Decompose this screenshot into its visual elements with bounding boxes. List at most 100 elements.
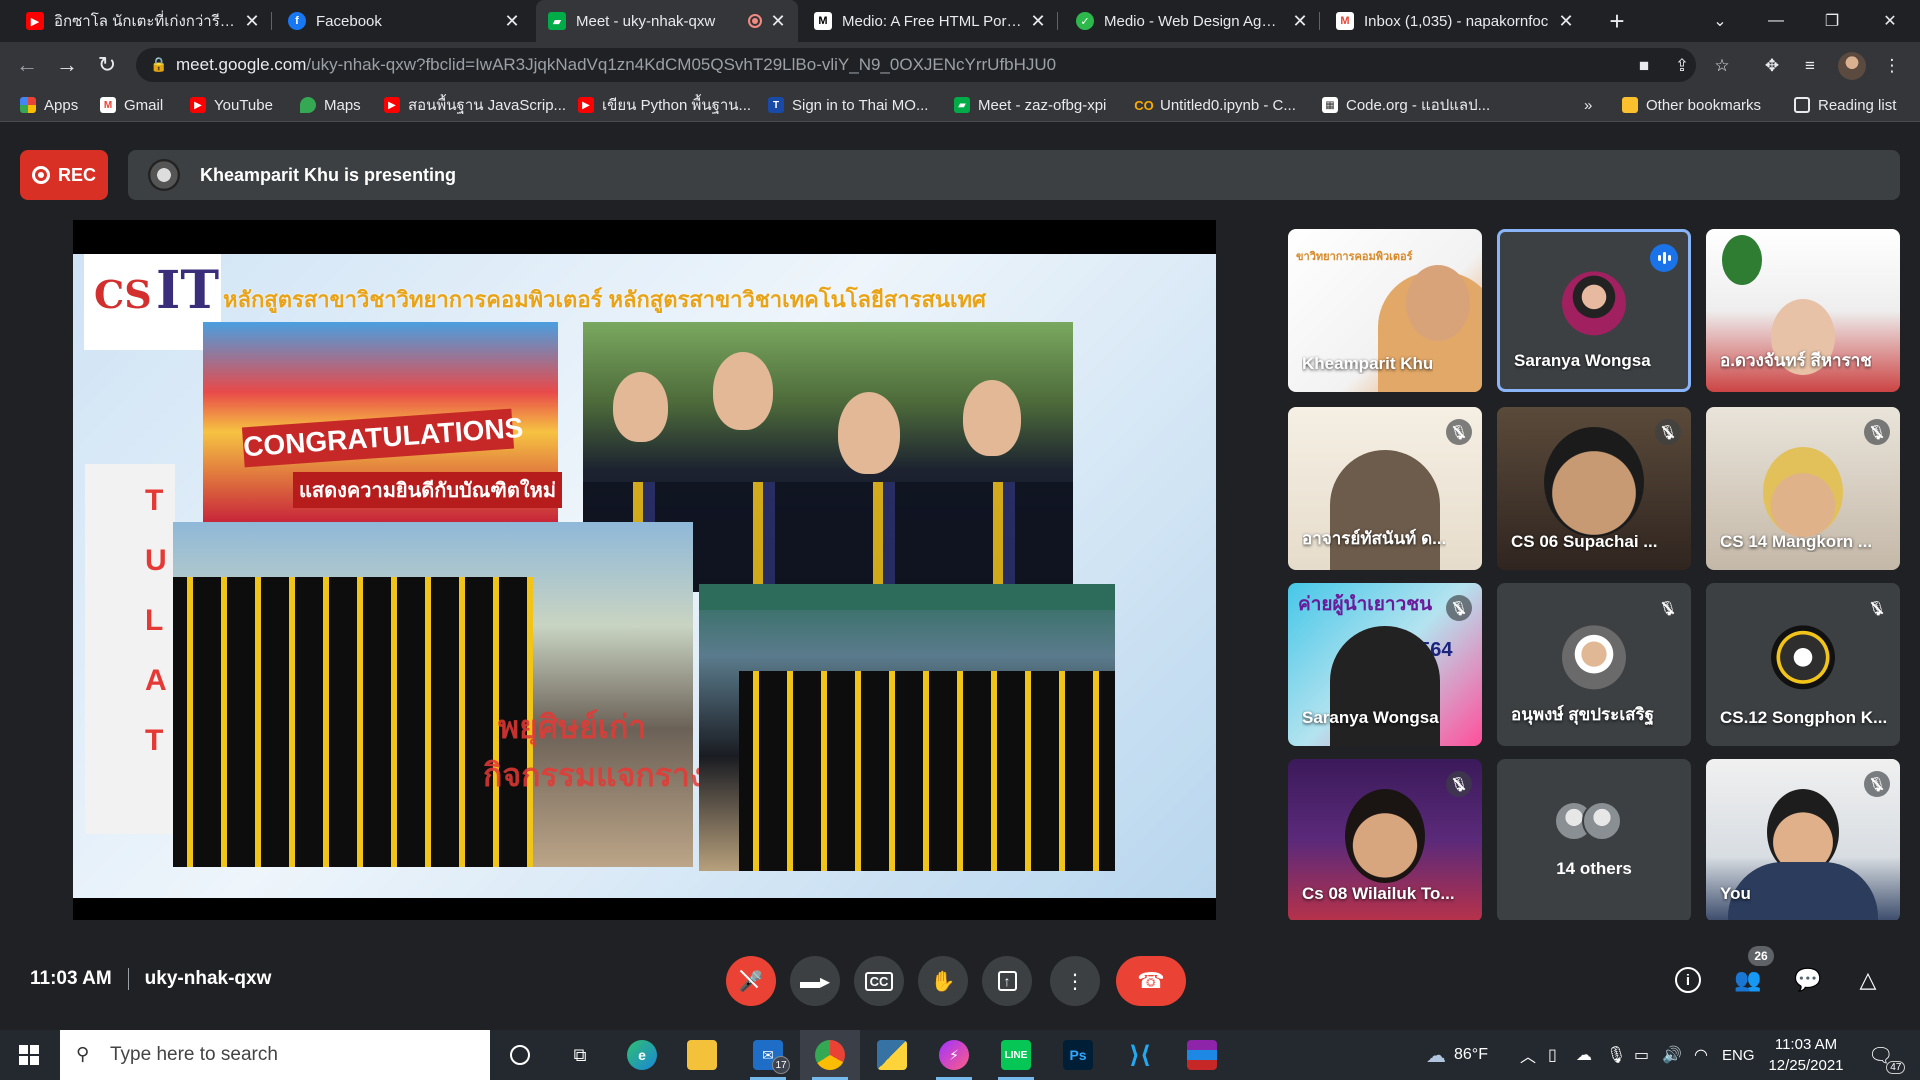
participant-tile[interactable]: ขาวิทยาการคอมพิวเตอร์ Kheamparit Khu [1288,229,1482,392]
tab-medio-agency[interactable]: ✓ Medio - Web Design Agenc ✕ [1064,0,1320,42]
device-icon[interactable]: ▯ [1548,1030,1557,1080]
media-control-icon[interactable]: ≡ [1798,54,1822,78]
bookmark-javascript[interactable]: ▶ สอนพื้นฐาน JavaScrip... [384,94,566,116]
bookmark-label: Code.org - แอปแลป... [1346,97,1491,114]
congratulations-banner: CONGRATULATIONS [241,408,524,468]
presentation-stage[interactable]: TULAT CS IT หลักสูตรสาขาวิชาวิทยาการคอมพ… [73,220,1216,932]
mic-off-icon: 🎙 [1446,771,1472,797]
participant-tile[interactable]: 🎙 อนุพงษ์ สุขประเสริฐ [1497,583,1691,746]
info-icon[interactable]: i [1672,964,1704,996]
record-icon [31,166,50,184]
close-icon[interactable]: ✕ [244,11,260,32]
close-window-button[interactable]: ✕ [1866,0,1914,42]
reload-icon[interactable]: ↻ [92,50,122,80]
extensions-icon[interactable]: ✥ [1760,54,1784,78]
start-button[interactable] [0,1030,58,1080]
wifi-icon[interactable]: ◠ [1694,1030,1708,1080]
new-tab-button[interactable]: + [1602,6,1632,36]
bookmark-codeorg[interactable]: ▦ Code.org - แอปแลป... [1322,94,1490,116]
participant-tile[interactable]: 🎙 ค่ายผู้นำเยาวชน 2564 Saranya Wongsa [1288,583,1482,746]
camera-toggle-button[interactable]: ▬▸ [790,956,840,1006]
vscode-icon[interactable]: ⟩⟨ [1110,1030,1170,1080]
chat-icon[interactable]: 💬 [1792,964,1824,996]
forward-icon[interactable]: → [52,50,82,80]
tab-medio-portfolio[interactable]: M Medio: A Free HTML Portfol ✕ [802,0,1058,42]
taskbar-search-box[interactable]: ⚲ Type here to search [60,1030,490,1080]
meet-icon: ▰ [954,97,970,113]
tab-youtube[interactable]: ▶ อิกซาโล นักเตะที่เก่งกว่ารีโมทไพ ✕ [14,0,272,42]
url-path: /uky-nhak-qxw?fbclid=IwAR3JjqkNadVq1zn4K… [306,55,1057,74]
profile-avatar[interactable] [1838,52,1866,80]
system-clock[interactable]: 11:03 AM 12/25/2021 [1756,1034,1856,1076]
maximize-button[interactable]: ❐ [1808,0,1856,42]
bookmark-gmail[interactable]: M Gmail [100,94,163,116]
participant-tile[interactable]: 🎙 CS 14 Mangkorn ... [1706,407,1900,570]
messenger-icon[interactable]: ⚡ [924,1030,984,1080]
reading-list[interactable]: Reading list [1794,94,1896,116]
participant-tile-speaking[interactable]: Saranya Wongsa [1497,229,1691,392]
bookmark-youtube[interactable]: ▶ YouTube [190,94,273,116]
winrar-icon[interactable] [1172,1030,1232,1080]
line-icon[interactable]: LINE [986,1030,1046,1080]
python-icon[interactable] [862,1030,922,1080]
participant-tile[interactable]: 🎙 CS 06 Supachai ... [1497,407,1691,570]
present-screen-button[interactable]: ↑ [982,956,1032,1006]
close-icon[interactable]: ✕ [1030,11,1046,32]
bookmark-meet[interactable]: ▰ Meet - zaz-ofbg-xpi [954,94,1106,116]
battery-icon[interactable]: ▭ [1634,1030,1649,1080]
activities-icon[interactable]: △ [1852,964,1884,996]
close-icon[interactable]: ✕ [770,11,786,32]
share-icon[interactable]: ⇪ [1670,54,1694,78]
leave-call-button[interactable]: ☎ [1116,956,1186,1006]
task-view-icon[interactable]: ⧉ [550,1030,610,1080]
close-icon[interactable]: ✕ [1558,11,1574,32]
participant-tile[interactable]: 🎙 CS.12 Songphon K... [1706,583,1900,746]
onedrive-icon[interactable]: ☁ [1576,1030,1592,1080]
participant-tile-others[interactable]: 14 others [1497,759,1691,922]
more-options-button[interactable]: ⋮ [1050,956,1100,1006]
language-indicator[interactable]: ENG [1722,1030,1755,1080]
avatar [1771,624,1835,689]
chevron-up-icon[interactable]: ︿ [1520,1030,1536,1080]
close-icon[interactable]: ✕ [504,11,520,32]
edge-icon[interactable]: e [612,1030,672,1080]
participant-tile[interactable]: 🎙 Cs 08 Wilailuk To... [1288,759,1482,922]
people-icon[interactable]: 👥 [1732,964,1764,996]
windows-taskbar: ⚲ Type here to search ⧉ e ✉ 17 ⚡ LINE Ps… [0,1030,1920,1080]
bookmark-python[interactable]: ▶ เขียน Python พื้นฐาน... [578,94,751,116]
photoshop-icon[interactable]: Ps [1048,1030,1108,1080]
congratulations-photo: CONGRATULATIONS แสดงความยินดีกับบัณฑิตให… [203,322,563,522]
weather-widget[interactable]: ☁ 86°F [1426,1030,1488,1080]
volume-icon[interactable]: 🔊 [1662,1030,1682,1080]
tab-search-icon[interactable]: ⌄ [1696,0,1744,42]
bookmark-colab[interactable]: CO Untitled0.ipynb - C... [1134,94,1296,116]
participant-tile[interactable]: อ.ดวงจันทร์ สีหาราช [1706,229,1900,392]
participant-tile-self[interactable]: 🎙 You [1706,759,1900,922]
bookmark-maps[interactable]: Maps [300,94,361,116]
captions-button[interactable]: CC [854,956,904,1006]
bookmark-thaimooc[interactable]: T Sign in to Thai MO... [768,94,928,116]
mic-toggle-button[interactable]: 🎤 [726,956,776,1006]
address-bar[interactable]: 🔒 meet.google.com/uky-nhak-qxw?fbclid=Iw… [136,48,1696,82]
microphone-icon[interactable]: 🎙 [1606,1030,1626,1080]
minimize-button[interactable]: — [1752,0,1800,42]
file-explorer-icon[interactable] [672,1030,732,1080]
tab-facebook[interactable]: f Facebook ✕ [276,0,532,42]
bookmarks-overflow-button[interactable]: » [1584,94,1592,116]
tab-gmail[interactable]: M Inbox (1,035) - napakornfoc ✕ [1324,0,1586,42]
chrome-icon[interactable] [800,1030,860,1080]
participant-tile[interactable]: 🎙 อาจารย์ทัสนันท์ ด... [1288,407,1482,570]
mail-icon[interactable]: ✉ 17 [738,1030,798,1080]
bookmark-star-icon[interactable]: ☆ [1710,54,1734,78]
bookmark-apps[interactable]: Apps [20,94,78,116]
cortana-icon[interactable] [490,1030,550,1080]
menu-kebab-icon[interactable]: ⋮ [1880,54,1904,78]
close-icon[interactable]: ✕ [1292,11,1308,32]
notification-center[interactable]: 🗨 47 [1868,1030,1906,1080]
tab-meet[interactable]: ▰ Meet - uky-nhak-qxw ✕ [536,0,798,42]
other-bookmarks[interactable]: Other bookmarks [1622,94,1761,116]
recording-badge[interactable]: REC [20,150,108,200]
camera-icon[interactable]: ■ [1632,54,1656,78]
back-icon[interactable]: ← [12,50,42,80]
raise-hand-button[interactable]: ✋ [918,956,968,1006]
